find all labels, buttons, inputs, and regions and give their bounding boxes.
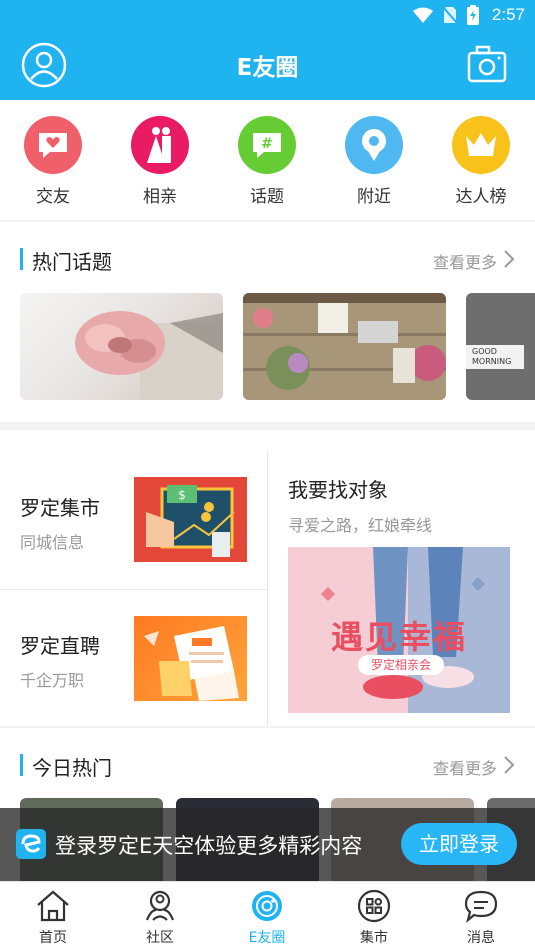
market-title: 罗定集市 (20, 496, 100, 520)
divider (0, 422, 535, 430)
section-accent (20, 754, 23, 776)
tab-market[interactable]: 集市 (334, 888, 414, 947)
tab-e-circle[interactable]: E友圈 (227, 888, 307, 947)
tab-label: 消息 (467, 930, 495, 946)
tab-community[interactable]: 社区 (120, 888, 200, 947)
app-logo-icon (16, 829, 46, 859)
tab-label: 集市 (360, 930, 388, 946)
today-hot-header: 今日热门 查看更多 (0, 744, 535, 784)
category-label: 达人榜 (455, 187, 507, 207)
section-title: 热门话题 (32, 250, 112, 274)
category-label: 附近 (357, 187, 391, 207)
resume-image (144, 626, 239, 701)
divider (0, 220, 535, 222)
camera-icon (467, 45, 507, 83)
divider (0, 726, 535, 728)
battery-icon (467, 5, 479, 25)
divider (0, 589, 267, 590)
community-icon (142, 888, 178, 924)
good-morning-sign: GOOD MORNING (466, 345, 524, 369)
status-time: 2:57 (491, 5, 525, 24)
chevron-right-icon[interactable] (503, 755, 515, 775)
hot-topics-header: 热门话题 查看更多 (0, 238, 535, 278)
jobs-title: 罗定直聘 (20, 634, 100, 658)
home-icon (35, 888, 71, 924)
category-matchmaking[interactable]: 相亲 (120, 116, 200, 207)
crown-icon (452, 116, 510, 174)
section-title: 今日热门 (32, 756, 112, 780)
dating-subtitle: 寻爱之路，红娘牵线 (288, 516, 433, 535)
flowers-desk-image (243, 293, 446, 400)
category-friends[interactable]: 交友 (13, 116, 93, 207)
divider (267, 452, 268, 726)
tab-messages[interactable]: 消息 (441, 888, 521, 947)
category-label: 相亲 (143, 187, 177, 207)
section-accent (20, 248, 23, 270)
message-icon (463, 888, 499, 924)
topic-thumbnail[interactable] (243, 293, 446, 400)
view-more-link[interactable]: 查看更多 (433, 755, 497, 779)
status-bar: 2:57 (0, 0, 535, 30)
category-row: 交友 相亲 # 话题 附近 达人榜 (0, 100, 535, 220)
dating-title: 我要找对象 (288, 478, 388, 502)
page-title: E友圈 (236, 55, 299, 81)
svg-text:#: # (261, 136, 273, 152)
circle-chat-icon (249, 888, 285, 924)
location-icon (345, 116, 403, 174)
category-topics[interactable]: # 话题 (227, 116, 307, 207)
topic-thumbnail[interactable]: GOOD MORNING (466, 293, 535, 400)
banner-subline: 罗定相亲会 (358, 655, 444, 675)
hashtag-icon: # (238, 116, 296, 174)
market-thumbnail: $ (134, 477, 247, 562)
couple-icon (131, 116, 189, 174)
app-root: 2:57 E友圈 交友 相亲 # 话题 附近 达人榜 热门话题 查看更多 GOO… (0, 0, 535, 952)
heart-chat-icon (24, 116, 82, 174)
camera-button[interactable] (467, 44, 507, 84)
grid-icon (356, 888, 392, 924)
no-sim-icon (443, 6, 457, 24)
header: 2:57 E友圈 (0, 0, 535, 100)
login-prompt-bar: 登录罗定E天空体验更多精彩内容 立即登录 (0, 808, 535, 881)
wifi-icon (413, 7, 433, 23)
tab-label: 社区 (146, 930, 174, 946)
login-button[interactable]: 立即登录 (401, 823, 517, 865)
jobs-subtitle: 千企万职 (20, 671, 85, 690)
money-hand-image: $ (134, 477, 247, 562)
topic-thumbnail[interactable] (20, 293, 223, 400)
login-prompt-text: 登录罗定E天空体验更多精彩内容 (55, 834, 363, 858)
category-nearby[interactable]: 附近 (334, 116, 414, 207)
scrunchie-image (75, 311, 223, 400)
view-more-link[interactable]: 查看更多 (433, 249, 497, 273)
tab-label: 首页 (39, 930, 67, 946)
dating-banner: 遇见幸福 罗定相亲会 (288, 547, 510, 713)
bottom-tab-bar: 首页 社区 E友圈 集市 消息 (0, 881, 535, 952)
status-icons (413, 5, 479, 25)
svg-text:$: $ (178, 488, 186, 502)
tab-label: E友圈 (248, 930, 286, 946)
market-subtitle: 同城信息 (20, 533, 85, 552)
category-label: 交友 (36, 187, 70, 207)
category-ranking[interactable]: 达人榜 (441, 116, 521, 207)
category-label: 话题 (250, 187, 284, 207)
chevron-right-icon[interactable] (503, 249, 515, 269)
jobs-thumbnail (134, 616, 247, 701)
banner-headline: 遇见幸福 (330, 618, 467, 656)
tab-home[interactable]: 首页 (13, 888, 93, 947)
